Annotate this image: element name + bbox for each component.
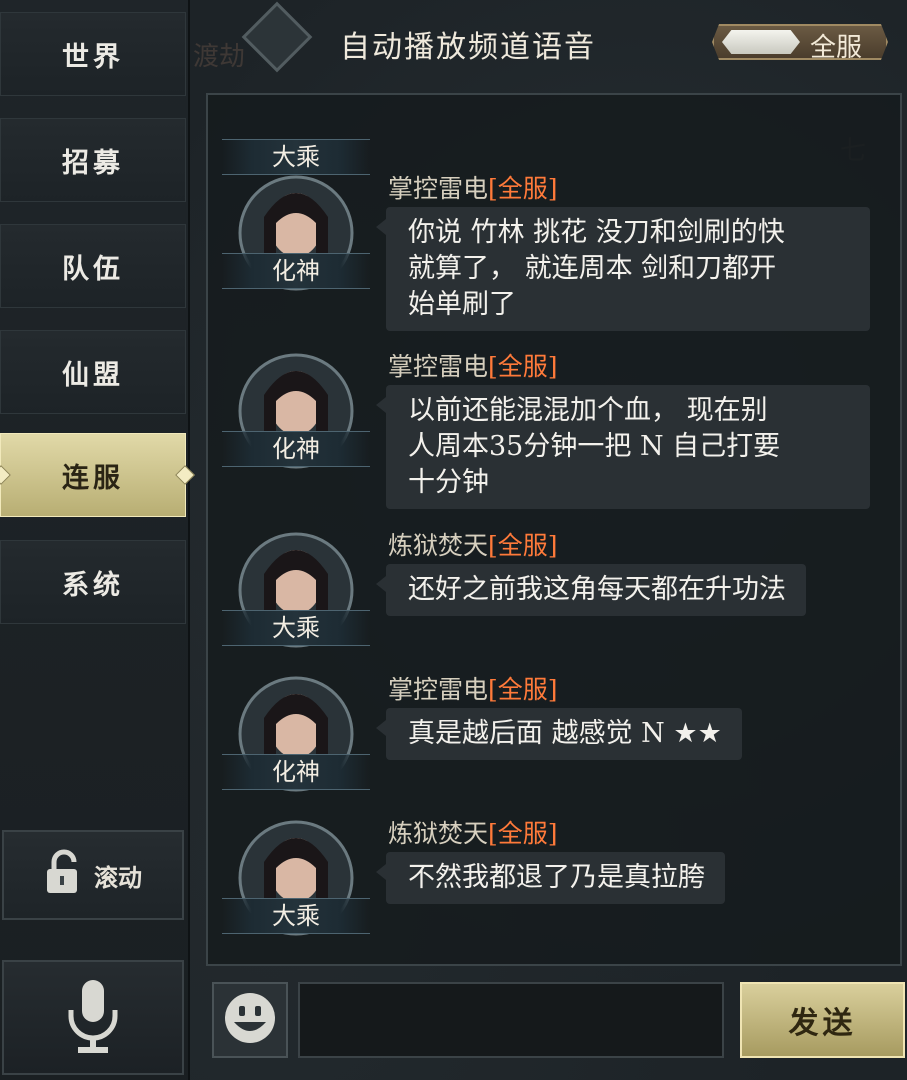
channel-tag: [全服] xyxy=(488,819,558,848)
microphone-icon xyxy=(63,976,123,1060)
channel-tag: [全服] xyxy=(488,531,558,560)
message-bubble: 真是越后面 越感觉 N ★★ xyxy=(376,708,742,760)
chat-message-list[interactable]: 大乘 化神 掌控雷电[全服] 你说 竹林 挑花 没刀和剑刷的快 就算了， 就连周… xyxy=(206,93,902,966)
message-bubble: 以前还能混混加个血， 现在别 人周本35分钟一把 N 自己打要 十分钟 xyxy=(376,385,870,509)
message-bubble: 还好之前我这角每天都在升功法 xyxy=(376,564,806,616)
channel-tag: [全服] xyxy=(488,174,558,203)
avatar[interactable]: 化神 xyxy=(222,347,370,469)
channel-sidebar: 世界 招募 队伍 仙盟 连服 系统 滚动 xyxy=(0,0,190,1080)
scroll-label: 滚动 xyxy=(94,862,142,892)
rank-badge: 大乘 xyxy=(222,610,370,646)
channel-tag: [全服] xyxy=(488,675,558,704)
sender-line[interactable]: 掌控雷电[全服] xyxy=(388,670,558,706)
avatar[interactable]: 大乘 xyxy=(222,814,370,936)
rank-badge: 化神 xyxy=(222,253,370,289)
message-line: 始单刷了 xyxy=(408,289,516,320)
message-line: 十分钟 xyxy=(408,467,489,498)
message-line: 不然我都退了乃是真拉胯 xyxy=(408,862,705,893)
tab-recruit[interactable]: 招募 xyxy=(0,118,186,202)
message-line: 就算了， 就连周本 剑和刀都开 xyxy=(408,253,777,284)
message-line: 以前还能混混加个血， 现在别 xyxy=(408,395,768,426)
sender-name[interactable]: 掌控雷电 xyxy=(388,675,488,704)
message-line: 你说 竹林 挑花 没刀和剑刷的快 xyxy=(408,217,785,248)
auto-play-voice-label: 自动播放频道语音 xyxy=(340,30,596,65)
lock-icon xyxy=(44,849,84,901)
tab-cross-server[interactable]: 连服 xyxy=(0,433,186,517)
sender-name[interactable]: 炼狱焚天 xyxy=(388,531,488,560)
sender-line[interactable]: 炼狱焚天[全服] xyxy=(388,526,558,562)
diamond-ornament-icon xyxy=(241,1,313,73)
avatar[interactable]: 化神 xyxy=(222,670,370,792)
channel-tag: [全服] xyxy=(488,352,558,381)
chat-input[interactable] xyxy=(298,982,724,1058)
rank-badge: 大乘 xyxy=(222,898,370,934)
voice-button[interactable] xyxy=(2,960,184,1075)
sender-line[interactable]: 炼狱焚天[全服] xyxy=(388,814,558,850)
scroll-lock-button[interactable]: 滚动 xyxy=(2,830,184,920)
send-button[interactable]: 发送 xyxy=(740,982,905,1058)
message-line: 真是越后面 越感觉 N ★★ xyxy=(408,718,722,749)
server-filter-label: 全服 xyxy=(810,33,863,63)
sender-name[interactable]: 炼狱焚天 xyxy=(388,819,488,848)
avatar[interactable]: 大乘 xyxy=(222,95,370,177)
tab-team[interactable]: 队伍 xyxy=(0,224,186,308)
message-bubble: 不然我都退了乃是真拉胯 xyxy=(376,852,725,904)
toggle-knob xyxy=(722,30,800,54)
rank-badge: 化神 xyxy=(222,431,370,467)
emoji-button[interactable] xyxy=(212,982,288,1058)
sender-name[interactable]: 掌控雷电 xyxy=(388,352,488,381)
tab-system[interactable]: 系统 xyxy=(0,540,186,624)
chat-header: 自动播放频道语音 全服 xyxy=(190,0,907,92)
message-line: 还好之前我这角每天都在升功法 xyxy=(408,574,786,605)
sender-name[interactable]: 掌控雷电 xyxy=(388,174,488,203)
avatar[interactable]: 大乘 xyxy=(222,526,370,648)
sender-line[interactable]: 掌控雷电[全服] xyxy=(388,347,558,383)
rank-badge: 化神 xyxy=(222,754,370,790)
message-line: 人周本35分钟一把 N 自己打要 xyxy=(408,431,781,462)
sender-line[interactable]: 掌控雷电[全服] xyxy=(388,169,558,205)
tab-alliance[interactable]: 仙盟 xyxy=(0,330,186,414)
tab-world[interactable]: 世界 xyxy=(0,12,186,96)
server-filter-toggle[interactable]: 全服 xyxy=(712,24,888,60)
avatar[interactable]: 化神 xyxy=(222,169,370,291)
message-bubble: 你说 竹林 挑花 没刀和剑刷的快 就算了， 就连周本 剑和刀都开 始单刷了 xyxy=(376,207,870,331)
smiley-face-icon xyxy=(222,990,278,1050)
